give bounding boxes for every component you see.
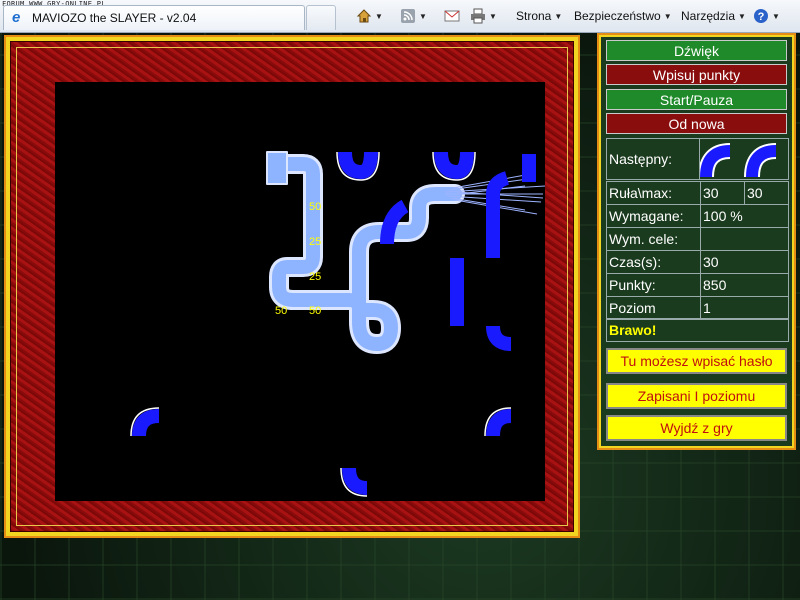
empty-pipes (132, 151, 536, 495)
next-pieces (698, 139, 788, 179)
stat-label: Czas(s): (607, 251, 701, 273)
chevron-down-icon: ▼ (554, 11, 563, 21)
printer-icon (470, 8, 486, 24)
feeds-button[interactable]: ▼ (400, 6, 427, 26)
help-icon: ? (753, 8, 769, 24)
ie-icon: e (12, 9, 21, 26)
chevron-down-icon[interactable]: ▼ (489, 12, 497, 21)
chevron-down-icon[interactable]: ▼ (419, 12, 427, 21)
saved-players-button[interactable]: Zapisani I poziomu (606, 383, 787, 409)
menu-bezpieczenstwo[interactable]: Bezpieczeństwo ▼ (574, 6, 672, 26)
stat-label: Poziom (607, 297, 701, 319)
write-points-button[interactable]: Wpisuj punkty (606, 64, 787, 85)
chevron-down-icon[interactable]: ▼ (375, 12, 383, 21)
home-button[interactable]: ▼ (356, 6, 383, 26)
stat-value: 850 (703, 277, 727, 293)
next-piece-icon (698, 143, 777, 178)
message-box: Brawo! (606, 318, 789, 342)
game-frame: 50 25 25 50 50 (4, 35, 580, 538)
next-piece-box: Następny: (606, 138, 789, 180)
score-label: 50 (309, 201, 321, 213)
stats-table: Ruła\max: 30 30 Wymagane: 100 % Wym. cel… (606, 181, 789, 320)
stat-label: Wymagane: (607, 205, 701, 227)
stat-row-pipes: Ruła\max: 30 30 (607, 182, 788, 205)
status-message: Brawo! (609, 322, 657, 338)
stat-value: 1 (703, 300, 711, 316)
menu-narzedzia[interactable]: Narzędzia ▼ (681, 6, 746, 26)
water-filled-pipe (266, 151, 465, 354)
stat-value: 100 % (703, 208, 743, 224)
menu-narzedzia-label: Narzędzia (681, 9, 736, 23)
sound-button[interactable]: Dźwięk (606, 40, 787, 61)
pipe-board[interactable]: 50 25 25 50 50 (55, 82, 545, 501)
menu-strona-label: Strona (516, 9, 552, 23)
stat-row-required: Wymagane: 100 % (607, 205, 788, 228)
score-label: 25 (309, 236, 321, 248)
stat-value: 30 (701, 182, 745, 204)
help-button[interactable]: ? ▼ (753, 6, 780, 26)
home-icon (356, 8, 372, 24)
start-pause-button[interactable]: Start/Pauza (606, 89, 787, 110)
chevron-down-icon: ▼ (663, 11, 672, 21)
menu-bezpieczenstwo-label: Bezpieczeństwo (574, 9, 661, 23)
score-label: 25 (309, 271, 321, 283)
password-button[interactable]: Tu możesz wpisać hasło (606, 348, 787, 374)
exit-game-button[interactable]: Wyjdź z gry (606, 415, 787, 441)
mail-icon (444, 8, 460, 24)
stat-row-points: Punkty: 850 (607, 274, 788, 297)
browser-toolbar: FORUM WWW.GRY-ONLINE.PL e MAVIOZO the SL… (0, 0, 800, 33)
new-tab-button[interactable] (306, 5, 336, 30)
tab-title: MAVIOZO the SLAYER - v2.04 (32, 11, 197, 25)
mail-button[interactable] (444, 6, 460, 26)
stat-row-time: Czas(s): 30 (607, 251, 788, 274)
stat-label: Ruła\max: (607, 182, 701, 204)
stat-value-max: 30 (747, 185, 763, 201)
score-label: 50 (309, 305, 321, 317)
stat-value: 30 (703, 254, 719, 270)
chevron-down-icon: ▼ (738, 11, 746, 21)
chevron-down-icon: ▼ (772, 11, 780, 21)
red-felt-border: 50 25 25 50 50 (10, 41, 574, 532)
print-button[interactable]: ▼ (470, 6, 497, 26)
score-label: 50 (275, 305, 287, 317)
next-label: Następny: (607, 139, 700, 179)
svg-text:?: ? (758, 11, 765, 23)
browser-tab[interactable]: e MAVIOZO the SLAYER - v2.04 (3, 5, 305, 30)
stat-row-targets: Wym. cele: (607, 228, 788, 251)
stat-value (701, 228, 788, 250)
rss-icon (400, 8, 416, 24)
menu-strona[interactable]: Strona ▼ (516, 6, 562, 26)
restart-button[interactable]: Od nowa (606, 113, 787, 134)
control-panel: Dźwięk Wpisuj punkty Start/Pauza Od nowa… (599, 35, 794, 448)
stat-label: Punkty: (607, 274, 701, 296)
pipe-board-graphics: 50 25 25 50 50 (130, 151, 545, 497)
stat-label: Wym. cele: (607, 228, 701, 250)
stat-row-level: Poziom 1 (607, 297, 788, 319)
